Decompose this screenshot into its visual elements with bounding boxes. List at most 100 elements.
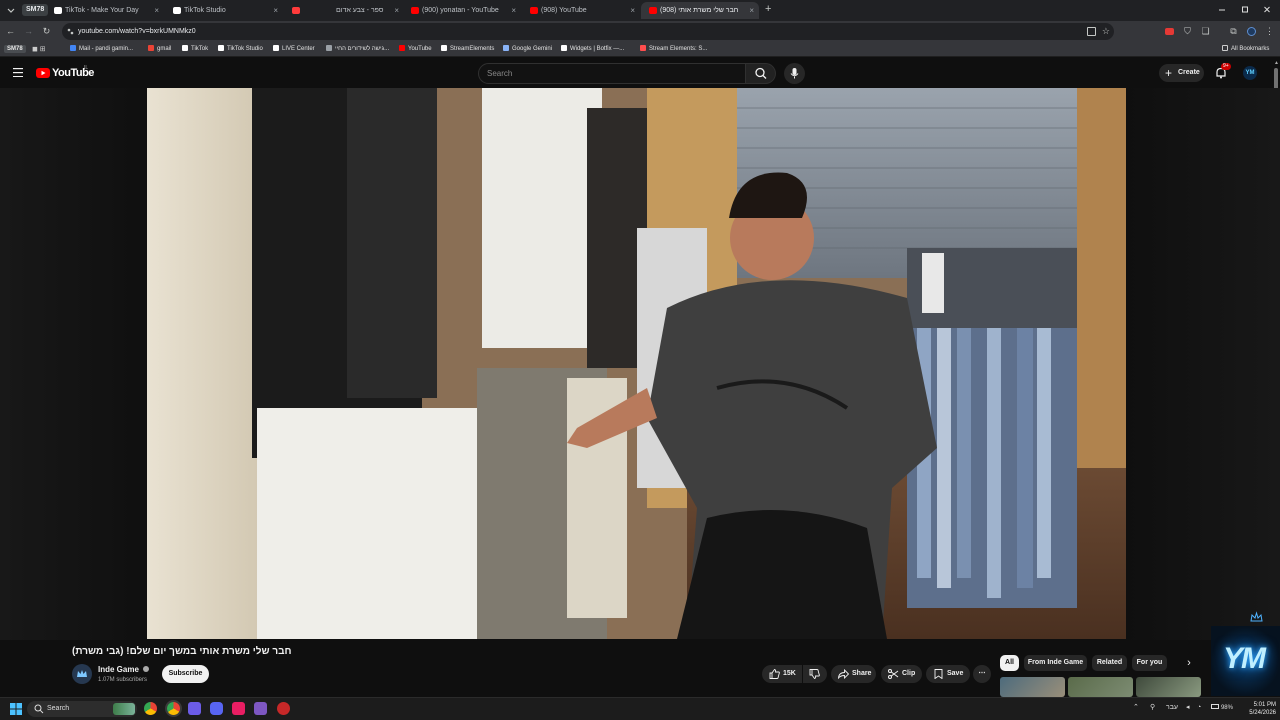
tab-close-icon[interactable]: × (630, 2, 635, 19)
back-arrow-icon[interactable]: ← (5, 26, 16, 37)
battery-status[interactable]: 98% (1211, 703, 1233, 713)
forward-arrow-icon[interactable]: → (23, 26, 34, 37)
chip-for-you[interactable]: For you (1132, 655, 1167, 671)
recommended-video-thumbnail[interactable] (1068, 677, 1133, 697)
volume-icon[interactable]: ◂ (1186, 703, 1190, 713)
browser-tab[interactable]: ספר - צבע אדום × (286, 2, 404, 19)
shield-extension-icon[interactable]: ⛉ (1182, 26, 1193, 37)
channel-avatar[interactable] (72, 664, 92, 684)
gemini-icon (503, 45, 509, 51)
youtube-icon (399, 45, 405, 51)
network-icon[interactable]: ◔ (1197, 703, 1201, 713)
create-button[interactable]: + Create (1159, 64, 1204, 82)
taskbar-search[interactable]: Search (27, 701, 137, 717)
address-bar[interactable]: youtube.com/watch?v=bxrkUMNMkz0 ☆ (62, 23, 1114, 40)
install-app-icon[interactable] (1087, 27, 1096, 36)
bookmark-item[interactable]: LIVE Center (273, 42, 315, 57)
browser-tab[interactable]: (908) YouTube × (522, 2, 640, 19)
bookmark-star-icon[interactable]: ☆ (1102, 23, 1110, 40)
tab-close-icon[interactable]: × (154, 2, 159, 19)
tray-app-icon[interactable]: ⚲ (1150, 703, 1155, 713)
bookmark-item[interactable]: Google Gemini (503, 42, 552, 57)
voice-search-button[interactable] (784, 63, 805, 84)
notifications-button[interactable]: 9+ (1214, 63, 1231, 80)
new-tab-button[interactable]: + (765, 3, 771, 15)
chip-all[interactable]: All (1000, 655, 1019, 671)
tray-overflow-icon[interactable]: ⌃ (1133, 703, 1139, 713)
search-placeholder: Search (487, 69, 513, 78)
more-actions-button[interactable]: ⋯ (973, 665, 991, 683)
windows-start-icon[interactable] (10, 703, 22, 715)
share-button[interactable]: Share (831, 665, 876, 683)
url-text[interactable]: youtube.com/watch?v=bxrkUMNMkz0 (78, 23, 196, 40)
puzzle-extensions-icon[interactable]: ⧉ (1228, 26, 1239, 37)
extension-icon[interactable]: ❏ (1200, 26, 1211, 37)
share-icon (838, 669, 849, 679)
bookmark-item[interactable]: TikTok (182, 42, 208, 57)
video-player[interactable] (147, 88, 1126, 639)
taskbar-clock[interactable]: 5:01 PM 5/24/2026 (1240, 701, 1276, 717)
bookmark-item[interactable]: גישה לשידורים החיי... (326, 42, 389, 57)
chrome-active-icon[interactable] (167, 702, 180, 715)
search-button[interactable] (746, 63, 776, 84)
microphone-icon (790, 68, 799, 79)
recommended-video-thumbnail[interactable] (1000, 677, 1065, 697)
bookmark-item[interactable]: StreamElements (441, 42, 494, 57)
clock-time: 5:01 PM (1253, 702, 1276, 708)
close-window-button[interactable] (1263, 5, 1271, 15)
like-button[interactable]: 15K (762, 665, 802, 683)
chrome-icon[interactable] (144, 702, 157, 715)
app-icon[interactable] (232, 702, 245, 715)
bookmark-label: LIVE Center (282, 46, 315, 52)
tab-close-icon[interactable]: × (511, 2, 516, 19)
all-bookmarks[interactable]: All Bookmarks (1222, 42, 1269, 57)
grid-app-icon[interactable] (254, 702, 267, 715)
discord-icon[interactable] (210, 702, 223, 715)
channel-watermark-icon[interactable] (1249, 611, 1264, 624)
bookmark-item[interactable]: SM78 (4, 42, 26, 57)
bookmark-item[interactable]: TikTok Studio (218, 42, 263, 57)
profile-avatar-icon[interactable] (1246, 26, 1257, 37)
site-info-icon[interactable] (67, 28, 74, 35)
language-indicator[interactable]: עבר (1166, 703, 1178, 713)
dislike-button[interactable] (803, 665, 827, 683)
subscribe-button[interactable]: Subscribe (162, 665, 209, 683)
tab-close-icon[interactable]: × (394, 2, 399, 19)
maximize-button[interactable] (1241, 5, 1249, 15)
search-input[interactable]: Search (478, 63, 746, 84)
browser-tab[interactable]: (900) yonatan - YouTube × (403, 2, 521, 19)
channel-name[interactable]: Inde Game (98, 665, 150, 674)
scroll-up-icon[interactable]: ▲ (1274, 60, 1279, 66)
minimize-button[interactable] (1218, 5, 1226, 15)
save-button[interactable]: Save (926, 665, 970, 683)
clip-button[interactable]: Clip (881, 665, 922, 683)
hamburger-menu-icon[interactable] (13, 68, 23, 77)
browser-menu-icon[interactable]: ⋮ (1264, 26, 1275, 37)
chips-next-button[interactable]: › (1182, 655, 1196, 671)
bookmark-label: YouTube (408, 46, 432, 52)
bookmark-item[interactable]: Widgets | Botfix —... (561, 42, 624, 57)
browser-tab[interactable]: TikTok Studio × (165, 2, 283, 19)
recommended-video-thumbnail[interactable] (1136, 677, 1201, 697)
app-icon[interactable] (277, 702, 290, 715)
bookmark-grid-icon[interactable]: ◼ ⊞ (32, 42, 46, 57)
browser-tab-active[interactable]: חבר שלי משרת אותי (908) × (641, 2, 759, 19)
bookmark-label: Google Gemini (512, 46, 553, 52)
chip-related[interactable]: Related (1092, 655, 1127, 671)
bookmark-item[interactable]: YouTube (399, 42, 432, 57)
account-avatar[interactable]: YM (1243, 66, 1257, 80)
tab-search-icon[interactable] (6, 5, 16, 15)
browser-tab[interactable]: TikTok - Make Your Day × (46, 2, 164, 19)
tab-close-icon[interactable]: × (749, 2, 754, 19)
reload-icon[interactable]: ↻ (41, 26, 52, 37)
tab-close-icon[interactable]: × (273, 2, 278, 19)
bookmark-item[interactable]: Stream Elements: S... (640, 42, 707, 57)
thumbs-down-icon (809, 669, 820, 679)
extension-red-icon[interactable] (1164, 26, 1175, 37)
bookmark-item[interactable]: gmail (148, 42, 171, 57)
app-icon[interactable] (188, 702, 201, 715)
bookmark-chip: SM78 (4, 45, 26, 53)
chip-from-channel[interactable]: From Inde Game (1024, 655, 1087, 671)
tab-group-chip[interactable]: SM78 (22, 4, 49, 16)
bookmark-item[interactable]: Mail - pandi gamin... (70, 42, 133, 57)
